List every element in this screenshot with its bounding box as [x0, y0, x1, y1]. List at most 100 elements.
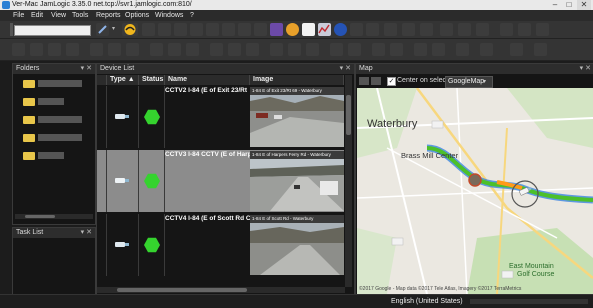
notepad-icon[interactable]	[302, 23, 315, 36]
scroll-thumb[interactable]	[346, 95, 351, 135]
user-icon[interactable]	[330, 43, 343, 56]
info-icon[interactable]	[384, 23, 397, 36]
home-icon[interactable]	[246, 43, 259, 56]
device-row[interactable]: CCTV4 I-84 (E of Scott Rd C 1-84 E of Sc…	[97, 214, 344, 276]
redo-icon[interactable]	[66, 43, 79, 56]
menu-windows[interactable]: Windows	[155, 10, 183, 21]
weather-icon[interactable]	[270, 23, 283, 36]
device-vscrollbar[interactable]	[345, 75, 352, 287]
toolbar-grip[interactable]	[10, 23, 13, 36]
copy-icon[interactable]	[168, 43, 181, 56]
scroll-thumb[interactable]	[25, 215, 55, 218]
layers-icon[interactable]	[190, 23, 203, 36]
panel-pin-icon[interactable]: ▾ ✕	[81, 64, 92, 74]
tools-icon[interactable]	[222, 23, 235, 36]
map-forward-button[interactable]	[371, 77, 381, 85]
type-cell	[107, 86, 139, 148]
panel-pin-icon[interactable]: ▾ ✕	[340, 64, 351, 74]
schedule-icon[interactable]	[402, 23, 415, 36]
menu-edit[interactable]: Edit	[31, 10, 43, 21]
settings-icon[interactable]	[350, 23, 363, 36]
back-icon[interactable]	[12, 43, 25, 56]
map-label-golf: Golf Course	[517, 271, 555, 278]
maximize-button[interactable]: □	[562, 0, 576, 10]
camera-snapshot[interactable]: 1-84 E of Scott Rd - Waterbury	[250, 215, 344, 275]
menu-view[interactable]: View	[51, 10, 66, 21]
pen-icon[interactable]	[96, 23, 109, 36]
device-list-header: Device List ▾ ✕	[97, 64, 354, 74]
map-back-button[interactable]	[359, 77, 369, 85]
device-icon[interactable]	[142, 23, 155, 36]
menu-help[interactable]: ?	[190, 10, 194, 21]
folders-hscrollbar[interactable]	[15, 214, 93, 219]
sign-icon[interactable]	[206, 23, 219, 36]
map-provider-select[interactable]: GoogleMap ▾	[445, 76, 493, 88]
panel-pin-icon[interactable]: ▾ ✕	[580, 64, 591, 74]
folders-header: Folders ▾ ✕	[13, 64, 95, 74]
center-on-select-checkbox[interactable]: ✓	[387, 77, 396, 86]
status-cell	[139, 214, 165, 276]
mail-icon[interactable]	[420, 23, 433, 36]
status-bar: English (United States)	[0, 294, 593, 308]
grid-icon[interactable]	[500, 23, 513, 36]
monitor-icon[interactable]	[440, 23, 453, 36]
delete-icon[interactable]	[210, 43, 223, 56]
menu-tools[interactable]: Tools	[72, 10, 88, 21]
device-hscrollbar[interactable]	[97, 287, 345, 293]
window-icon[interactable]	[458, 23, 471, 36]
link-icon[interactable]	[390, 43, 403, 56]
scroll-thumb[interactable]	[117, 288, 247, 292]
camera-icon[interactable]	[238, 23, 251, 36]
zoom-icon[interactable]	[90, 43, 103, 56]
message-icon[interactable]	[158, 23, 171, 36]
report-icon[interactable]	[254, 23, 267, 36]
calendar-icon[interactable]	[456, 43, 469, 56]
list-icon[interactable]	[270, 43, 283, 56]
refresh-icon[interactable]	[228, 43, 241, 56]
clock-icon[interactable]	[286, 23, 299, 36]
menu-file[interactable]: File	[13, 10, 24, 21]
close-button[interactable]: ✕	[577, 0, 591, 10]
key-icon[interactable]	[372, 43, 385, 56]
menu-options[interactable]: Options	[125, 10, 149, 21]
export-icon[interactable]	[536, 23, 549, 36]
column-name[interactable]: Name	[165, 75, 250, 85]
bell-icon[interactable]	[306, 43, 319, 56]
globe-icon[interactable]	[174, 23, 187, 36]
device-row-selected[interactable]: CCTV3 I-84 CCTV (E of Harp 1-84 E of Har…	[97, 150, 344, 212]
camera-snapshot[interactable]: 1-84 E of Exit 23/Rt 69 - Waterbury	[250, 87, 344, 147]
menu-reports[interactable]: Reports	[96, 10, 121, 21]
column-image[interactable]: Image	[250, 75, 344, 85]
device-row[interactable]: CCTV2 I-84 (E of Exit 23/Rt 1-84 E of Ex…	[97, 86, 344, 148]
filter-icon[interactable]	[518, 23, 531, 36]
forward-icon[interactable]	[30, 43, 43, 56]
collapse-icon[interactable]	[534, 43, 547, 56]
expand-icon[interactable]	[510, 43, 523, 56]
status-cell	[139, 150, 165, 212]
toolbar-search-input[interactable]	[14, 25, 91, 36]
cut-icon[interactable]	[150, 43, 163, 56]
jamlogic-logo-icon[interactable]	[122, 23, 138, 36]
task-list-header: Task List ▾ ✕	[13, 228, 95, 238]
download-icon[interactable]	[432, 43, 445, 56]
map-canvas[interactable]: Waterbury Brass Mill Center East Mountai…	[357, 88, 593, 294]
pin-icon[interactable]	[108, 43, 121, 56]
chevron-down-icon[interactable]: ▾	[112, 23, 118, 36]
minimize-button[interactable]: –	[548, 0, 562, 10]
internet-icon[interactable]	[334, 23, 347, 36]
column-status[interactable]: Status	[139, 75, 165, 85]
column-type[interactable]: Type ▲	[107, 75, 139, 85]
upload-icon[interactable]	[414, 43, 427, 56]
undo-icon[interactable]	[48, 43, 61, 56]
camera-snapshot[interactable]: 1-84 E of Harpers Ferry Rd - Waterbury	[250, 151, 344, 211]
help-icon[interactable]	[480, 43, 493, 56]
group-icon[interactable]	[348, 43, 361, 56]
tag-icon[interactable]	[288, 43, 301, 56]
panel-pin-icon[interactable]: ▾ ✕	[81, 228, 92, 238]
lock-icon[interactable]	[126, 43, 139, 56]
chart-icon[interactable]	[318, 23, 331, 36]
device-name: CCTV2 I-84 (E of Exit 23/Rt	[165, 87, 247, 94]
print-icon[interactable]	[476, 23, 489, 36]
paste-icon[interactable]	[186, 43, 199, 56]
warning-icon[interactable]	[366, 23, 379, 36]
